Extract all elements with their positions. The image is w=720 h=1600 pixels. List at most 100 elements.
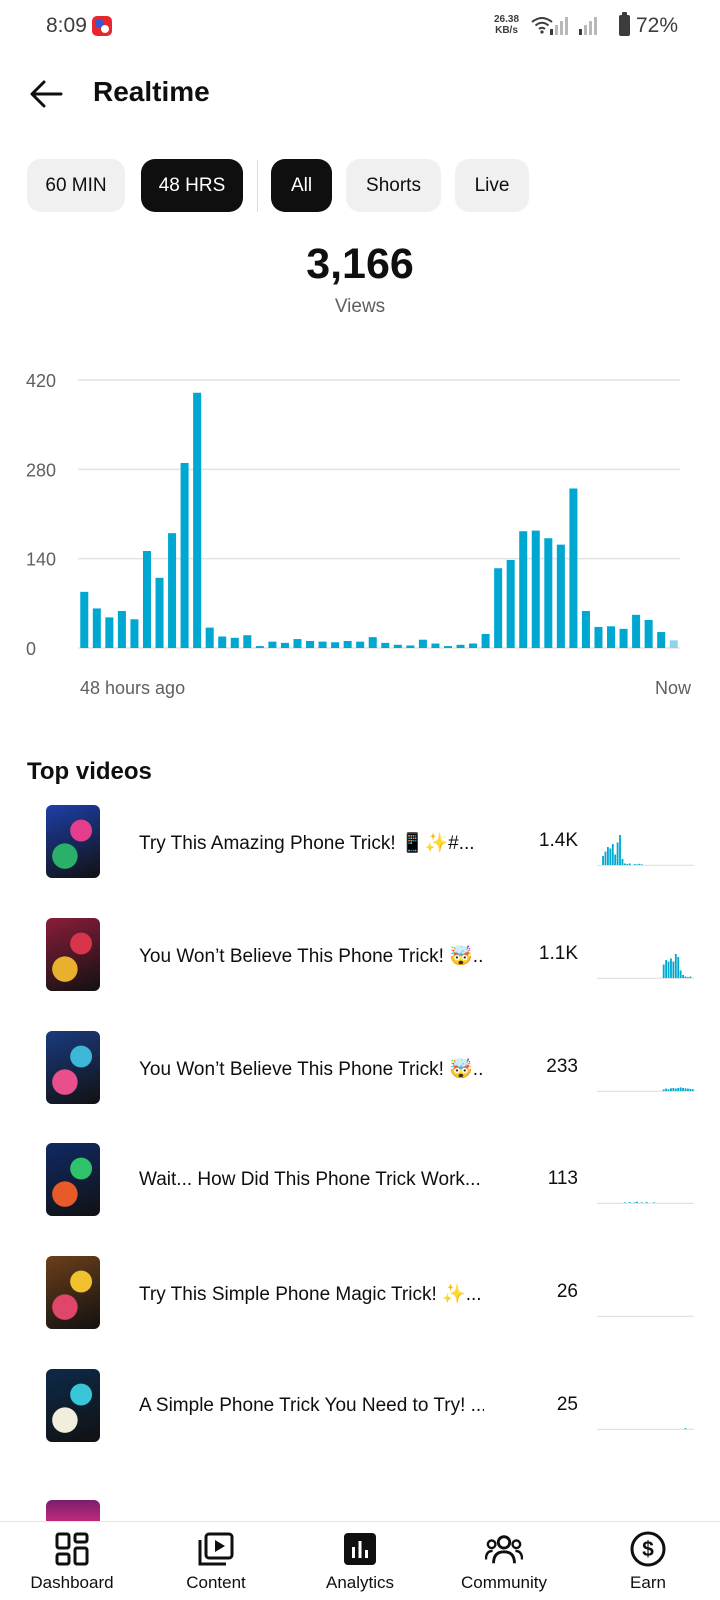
chart-bar[interactable] <box>607 626 616 648</box>
chart-bar[interactable] <box>393 644 402 648</box>
chart-bar[interactable] <box>544 538 553 648</box>
video-thumbnail <box>46 917 100 991</box>
sparkline-bar <box>623 863 626 865</box>
chart-bar[interactable] <box>293 639 302 648</box>
chart-bar[interactable] <box>494 568 503 648</box>
video-thumbnail[interactable] <box>46 1500 100 1521</box>
battery-level: 72% <box>636 14 679 37</box>
video-views: 1.1K <box>538 942 578 964</box>
sparkline-bar <box>689 1088 692 1091</box>
sparkline-bar <box>628 1202 631 1204</box>
page-title: Realtime <box>93 76 210 107</box>
chip-shorts[interactable]: Shorts <box>346 159 441 212</box>
nav-analytics[interactable]: Analytics <box>288 1522 432 1600</box>
video-row[interactable]: A Simple Phone Trick You Need to Try! ..… <box>0 1359 720 1471</box>
back-button[interactable] <box>24 72 68 116</box>
video-title: You Won’t Believe This Phone Trick! 🤯... <box>139 945 484 967</box>
chart-bar[interactable] <box>381 642 390 648</box>
video-thumbnail <box>46 1143 100 1217</box>
chart-bar[interactable] <box>92 608 101 648</box>
video-row[interactable]: You Won’t Believe This Phone Trick! 🤯...… <box>0 1021 720 1133</box>
nav-dashboard[interactable]: Dashboard <box>0 1522 144 1600</box>
chart-bar[interactable] <box>657 632 666 648</box>
nav-community[interactable]: Community <box>432 1522 576 1600</box>
network-speed-unit: KB/s <box>495 25 518 36</box>
chart-bar[interactable] <box>644 619 653 648</box>
chart-bar[interactable] <box>456 644 465 648</box>
video-views: 1.4K <box>538 830 578 851</box>
chart-bar[interactable] <box>180 462 189 648</box>
chart-bar[interactable] <box>669 640 678 648</box>
chart-bar[interactable] <box>506 559 515 648</box>
video-sparkline <box>597 953 694 979</box>
sparkline-bar <box>633 864 636 865</box>
nav-earn[interactable]: $ Earn <box>576 1522 720 1600</box>
chart-bar[interactable] <box>418 639 427 648</box>
chart-bar[interactable] <box>619 628 628 648</box>
chart-bar[interactable] <box>218 636 227 648</box>
chart-bar[interactable] <box>255 646 264 648</box>
video-row[interactable]: Try This Simple Phone Magic Trick! ✨... 2… <box>0 1246 720 1358</box>
chart-bar[interactable] <box>581 610 590 648</box>
chart-bar[interactable] <box>481 633 490 648</box>
video-row[interactable]: Wait... How Did This Phone Trick Work...… <box>0 1133 720 1245</box>
video-row[interactable]: Try This Amazing Phone Trick! 📱✨#... 1.4K <box>0 795 720 907</box>
chart-bar[interactable] <box>368 637 377 648</box>
chip-all[interactable]: All <box>271 159 332 212</box>
sparkline-bar <box>691 1088 694 1091</box>
sparkline-bar <box>667 1088 670 1091</box>
chart-bar[interactable] <box>406 645 415 648</box>
nav-label: Earn <box>630 1573 666 1592</box>
chart-bar[interactable] <box>117 610 126 648</box>
chart-bar[interactable] <box>168 533 177 648</box>
chart-bar[interactable] <box>280 642 289 648</box>
chart-x-end-label: Now <box>654 678 691 698</box>
dashboard-icon <box>53 1530 91 1568</box>
total-views-label: Views <box>334 296 386 317</box>
chart-bar[interactable] <box>243 635 252 648</box>
views-bar-chart: 420 280 140 0 <box>26 371 680 659</box>
sparkline-bar <box>621 859 624 865</box>
chart-bar[interactable] <box>632 614 641 648</box>
chart-bar[interactable] <box>142 551 151 648</box>
chart-bar[interactable] <box>80 591 89 648</box>
chart-bar[interactable] <box>556 544 565 648</box>
sparkline-bar <box>687 1088 689 1091</box>
chart-bar[interactable] <box>155 577 164 648</box>
chart-bar[interactable] <box>519 531 528 648</box>
nav-content[interactable]: Content <box>144 1522 288 1600</box>
chart-bar[interactable] <box>343 640 352 648</box>
chart-bar[interactable] <box>356 641 365 648</box>
svg-text:$: $ <box>642 1538 654 1561</box>
sparkline-bar <box>616 842 619 865</box>
chart-bar[interactable] <box>130 619 139 648</box>
chart-bar[interactable] <box>230 637 239 648</box>
nav-label: Dashboard <box>30 1573 114 1592</box>
chart-bar[interactable] <box>569 488 578 648</box>
chart-bar[interactable] <box>594 626 603 648</box>
sparkline-bar <box>604 851 607 865</box>
chart-bar[interactable] <box>469 643 478 648</box>
chart-bar[interactable] <box>193 392 202 648</box>
chart-bar[interactable] <box>306 640 315 648</box>
chip-60-min[interactable]: 60 MIN <box>27 159 125 212</box>
sparkline-bar <box>689 976 692 978</box>
sparkline-bar <box>609 848 612 865</box>
chart-bar[interactable] <box>205 627 214 648</box>
chart-bar[interactable] <box>105 617 114 648</box>
sparkline-bar <box>640 864 643 865</box>
analytics-icon <box>341 1530 379 1568</box>
sparkline-bar <box>687 976 689 978</box>
chip-48-hrs[interactable]: 48 HRS <box>141 159 243 212</box>
chart-bar[interactable] <box>431 643 440 648</box>
chart-bar[interactable] <box>268 641 277 648</box>
y-tick-label: 280 <box>26 460 56 480</box>
sparkline-bar <box>667 961 670 978</box>
sparkline-bar <box>662 1089 665 1091</box>
chip-live[interactable]: Live <box>455 159 529 212</box>
chart-bar[interactable] <box>531 530 540 648</box>
video-row[interactable]: You Won’t Believe This Phone Trick! 🤯...… <box>0 908 720 1020</box>
chart-bar[interactable] <box>331 642 340 648</box>
chart-bar[interactable] <box>318 641 327 648</box>
chart-bar[interactable] <box>443 646 452 648</box>
